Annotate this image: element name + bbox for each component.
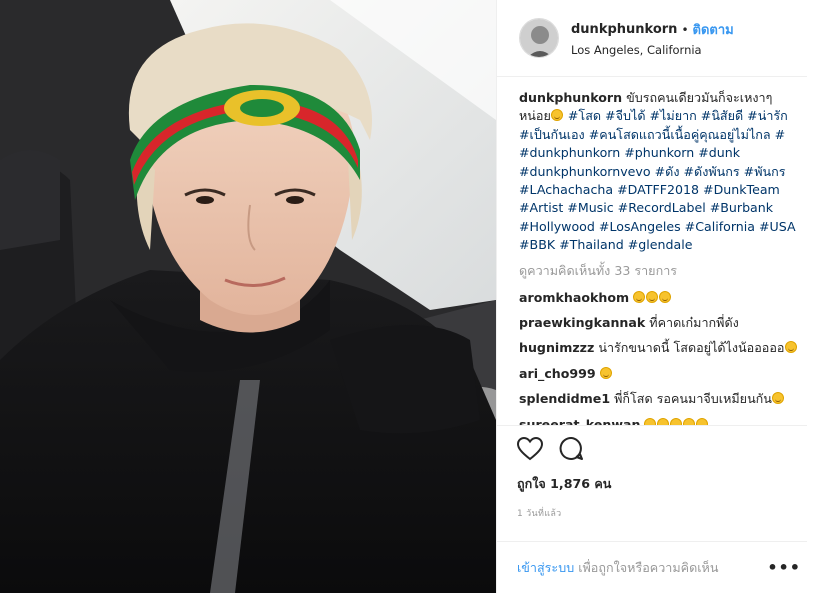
actions-area: ถูกใจ 1,876 คน 1 วันที่แล้ว <box>497 425 807 541</box>
likes-count[interactable]: ถูกใจ 1,876 คน <box>517 474 807 494</box>
emoji-icon <box>659 290 672 303</box>
comment-author[interactable]: aromkhaokhom <box>519 290 629 305</box>
emoji-icon <box>657 417 670 425</box>
emoji-icon <box>784 341 797 354</box>
instagram-post: dunkphunkorn • ติดตาม Los Angeles, Calif… <box>0 0 813 593</box>
avatar-image <box>520 19 558 57</box>
post-header: dunkphunkorn • ติดตาม Los Angeles, Calif… <box>497 0 807 77</box>
emoji-icon <box>696 417 709 425</box>
more-options-icon[interactable]: ••• <box>767 558 801 577</box>
emoji-icon <box>644 417 657 425</box>
comment-item: splendidme1 พี่ก็โสด รอคนมาจีบเหมียนกัน <box>519 390 801 408</box>
caption-hashtags[interactable]: #โสด #จีบได้ #ไม่ยาก #นิสัยดี #น่ารัก #เ… <box>519 108 796 252</box>
post-time[interactable]: 1 วันที่แล้ว <box>517 506 807 520</box>
comment-author[interactable]: splendidme1 <box>519 391 610 406</box>
comment-item: sureerat_kenwan <box>519 416 801 425</box>
login-prompt-text: เพื่อถูกใจหรือความคิดเห็น <box>578 559 719 575</box>
login-footer: เข้าสู่ระบบ เพื่อถูกใจหรือความคิดเห็น ••… <box>497 541 807 593</box>
comment-author[interactable]: praewkingkannak <box>519 315 645 330</box>
comment-author[interactable]: hugnimzzz <box>519 340 594 355</box>
emoji-icon <box>633 290 646 303</box>
heart-icon[interactable] <box>516 436 544 464</box>
comment-item: hugnimzzz น่ารักขนาดนี้ โสดอยู่ได้ไงน้อออ… <box>519 339 801 357</box>
post-photo[interactable] <box>0 0 496 593</box>
location-link[interactable]: Los Angeles, California <box>571 43 734 57</box>
header-text: dunkphunkorn • ติดตาม Los Angeles, Calif… <box>571 19 734 57</box>
comment-text: น่ารักขนาดนี้ โสดอยู่ได้ไงน้อออออ <box>598 340 785 356</box>
post-side-panel: dunkphunkorn • ติดตาม Los Angeles, Calif… <box>496 0 813 593</box>
selfie-illustration <box>0 0 496 593</box>
separator-dot: • <box>681 22 689 37</box>
comment-item: aromkhaokhom <box>519 289 801 307</box>
smile-emoji-icon <box>550 109 563 122</box>
emoji-icon <box>670 417 683 425</box>
comment-author[interactable]: ari_cho999 <box>519 366 596 381</box>
comment-text: พี่ก็โสด รอคนมาจีบเหมียนกัน <box>614 391 772 407</box>
comment-item: praewkingkannak ที่คาดเก๋มากพี่ดัง <box>519 314 801 332</box>
caption-author[interactable]: dunkphunkorn <box>519 90 622 105</box>
comment-list: aromkhaokhom praewkingkannak ที่คาดเก๋มากพ… <box>519 289 801 425</box>
action-bar <box>516 432 807 468</box>
comments-section: dunkphunkorn ขับรถคนเดียวมันก็จะเหงาๆหน่… <box>497 77 813 425</box>
emoji-icon <box>683 417 696 425</box>
emoji-icon <box>599 366 612 379</box>
comment-author[interactable]: sureerat_kenwan <box>519 417 640 425</box>
comment-item: ari_cho999 <box>519 365 801 383</box>
emoji-icon <box>646 290 659 303</box>
header-top-row: dunkphunkorn • ติดตาม <box>571 19 734 40</box>
username-link[interactable]: dunkphunkorn <box>571 22 677 37</box>
comment-text: ที่คาดเก๋มากพี่ดัง <box>649 315 739 331</box>
avatar[interactable] <box>519 18 559 58</box>
comment-bubble-icon[interactable] <box>559 436 584 464</box>
view-all-comments-link[interactable]: ดูความคิดเห็นทั้ง 33 รายการ <box>519 261 801 281</box>
login-link[interactable]: เข้าสู่ระบบ <box>517 558 574 578</box>
caption: dunkphunkorn ขับรถคนเดียวมันก็จะเหงาๆหน่… <box>519 89 801 255</box>
follow-button[interactable]: ติดตาม <box>693 19 734 40</box>
emoji-icon <box>771 392 784 405</box>
